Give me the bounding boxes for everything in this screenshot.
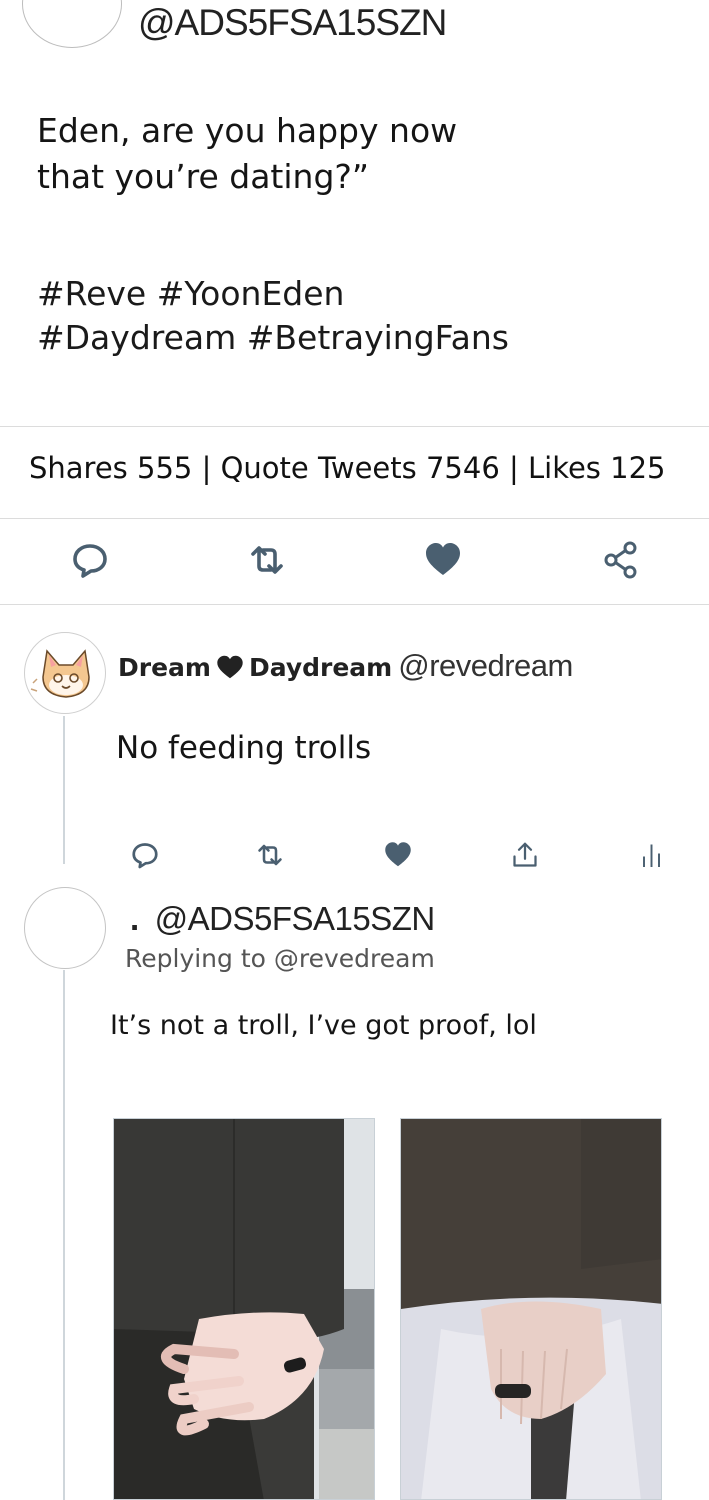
upload-icon[interactable] (510, 840, 540, 870)
reply-author-name-part1: Dream (118, 653, 211, 682)
reply-text: No feeding trolls (116, 730, 372, 766)
heart-icon[interactable] (383, 840, 413, 870)
avatar[interactable] (24, 632, 106, 714)
tweet-actions (0, 520, 709, 604)
author-avatar[interactable] (22, 0, 122, 48)
hashtags: #Reve #YoonEden #Daydream #BetrayingFans (37, 272, 657, 360)
hashtags-line-2[interactable]: #Daydream #BetrayingFans (37, 316, 657, 360)
tweet-text-line-2: that you’re dating?” (37, 157, 370, 196)
avatar[interactable] (24, 887, 106, 969)
reply-icon[interactable] (130, 840, 160, 870)
attached-photo[interactable] (113, 1118, 375, 1500)
divider (0, 518, 709, 519)
reply-actions (0, 830, 709, 880)
reply-author-name-part2: Daydream (248, 653, 393, 682)
reply-author-name: . (130, 900, 139, 937)
reply-text: It’s not a troll, I’ve got proof, lol (110, 1010, 537, 1041)
tweet-text-line-1: Eden, are you happy now (37, 111, 458, 150)
reply-icon[interactable] (70, 540, 110, 580)
reply-author[interactable]: Dream Daydream @revedream (118, 648, 573, 684)
hashtags-line-1[interactable]: #Reve #YoonEden (37, 272, 657, 316)
retweet-icon[interactable] (255, 840, 285, 870)
analytics-icon[interactable] (638, 840, 668, 870)
tweet-stats[interactable]: Shares 555 | Quote Tweets 7546 | Likes 1… (29, 451, 665, 485)
retweet-icon[interactable] (247, 540, 287, 580)
divider (0, 604, 709, 605)
hand-ring-illustration (401, 1119, 661, 1499)
thread-line (63, 970, 65, 1500)
share-icon[interactable] (601, 540, 641, 580)
reply-author[interactable]: . @ADS5FSA15SZN (130, 900, 435, 938)
reply-author-handle: @revedream (398, 648, 573, 683)
tweet-text: Eden, are you happy now that you’re dati… (37, 108, 597, 200)
heart-icon (217, 655, 243, 679)
hand-ring-illustration (114, 1119, 374, 1499)
reply-author-handle: @ADS5FSA15SZN (154, 900, 436, 937)
replying-to[interactable]: Replying to @revedream (125, 944, 435, 973)
attached-photo[interactable] (400, 1118, 662, 1500)
author-handle[interactable]: @ADS5FSA15SZN (138, 2, 447, 44)
heart-icon[interactable] (423, 540, 463, 580)
divider (0, 426, 709, 427)
fox-avatar-icon (30, 649, 90, 698)
